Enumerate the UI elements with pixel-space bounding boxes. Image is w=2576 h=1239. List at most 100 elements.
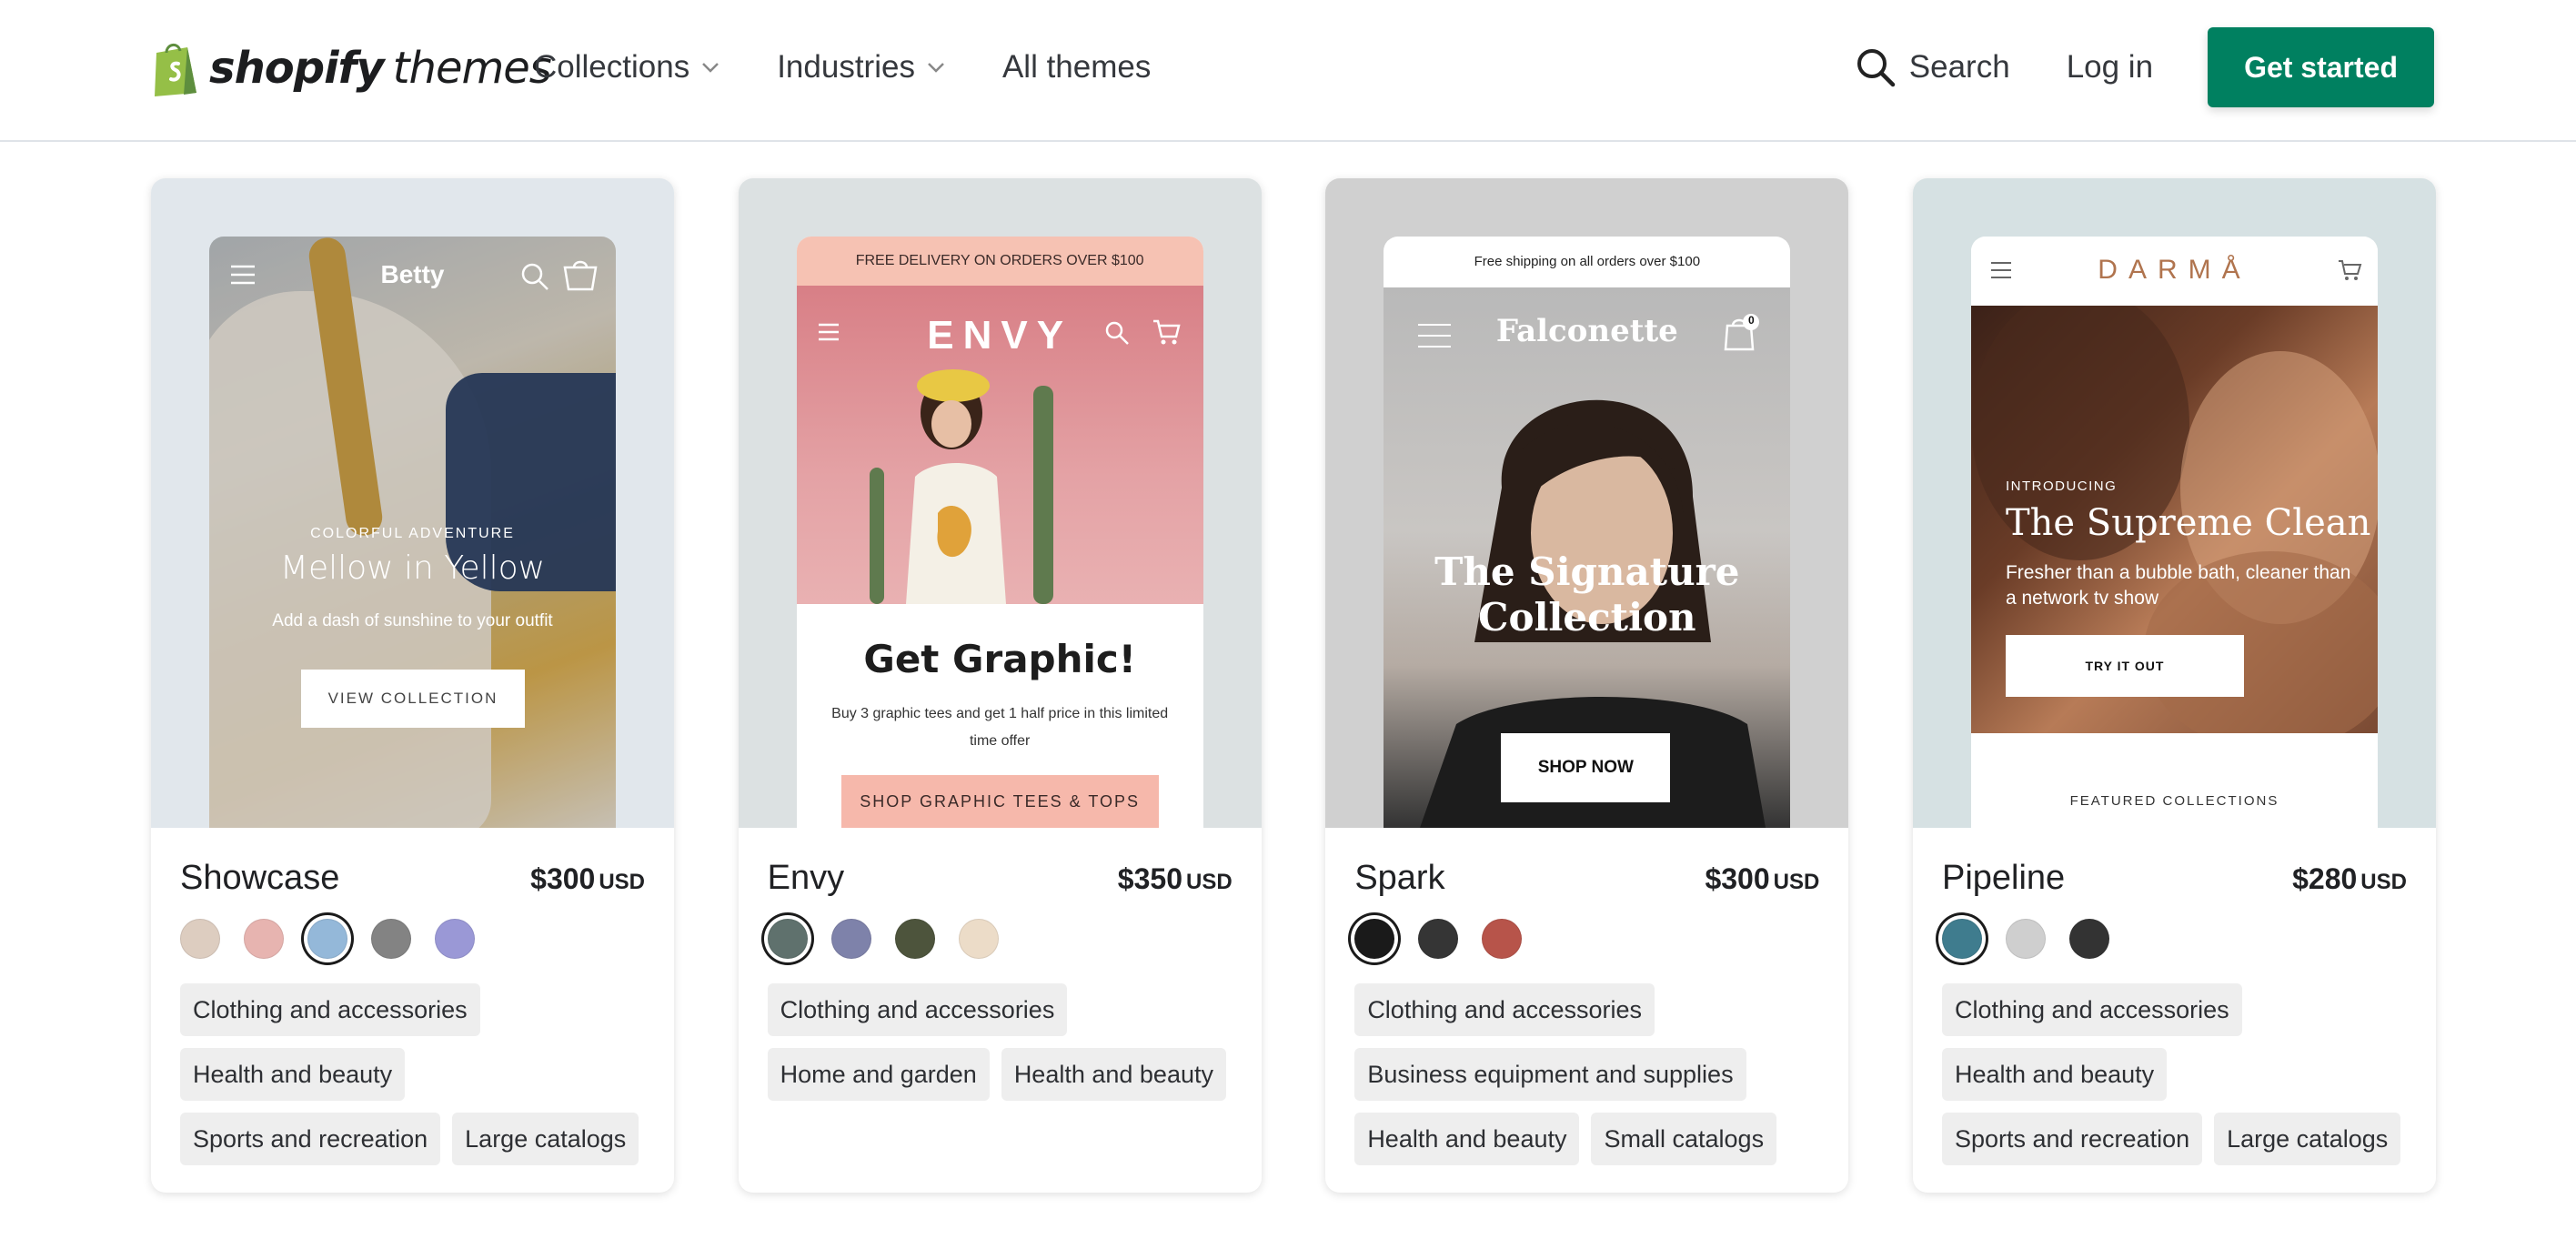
preview-button: SHOP NOW (1501, 733, 1671, 802)
industry-tag[interactable]: Large catalogs (452, 1113, 639, 1165)
price-currency: USD (599, 870, 645, 894)
shopify-bag-icon (155, 44, 196, 96)
price-currency: USD (1773, 870, 1820, 894)
cart-count: 0 (1747, 314, 1755, 327)
theme-preview[interactable]: DARMÅ INTRODUCING The Supreme Clean Fres… (1912, 178, 2436, 828)
preview-announcement: Free shipping on all orders over $100 (1384, 237, 1791, 287)
theme-preview[interactable]: Betty COLORFUL ADVENTURE Mellow in Yello… (151, 178, 674, 828)
theme-price: $300 USD (1705, 862, 1819, 896)
color-swatch[interactable] (958, 919, 999, 959)
color-swatch[interactable] (180, 919, 220, 959)
theme-name[interactable]: Spark (1354, 859, 1444, 898)
preview-hero: INTRODUCING The Supreme Clean Fresher th… (1970, 306, 2378, 733)
preview-subtext: Add a dash of sunshine to your outfit (272, 611, 553, 630)
search-icon (1105, 321, 1129, 345)
industry-tag[interactable]: Large catalogs (2214, 1113, 2401, 1165)
theme-card-pipeline[interactable]: DARMÅ INTRODUCING The Supreme Clean Fres… (1912, 178, 2436, 1193)
phone-mockup: Betty COLORFUL ADVENTURE Mellow in Yello… (209, 237, 616, 828)
industry-tag[interactable]: Clothing and accessories (180, 983, 480, 1036)
theme-grid: Betty COLORFUL ADVENTURE Mellow in Yello… (151, 178, 2436, 1193)
industry-tag[interactable]: Sports and recreation (1941, 1113, 2203, 1165)
phone-mockup: DARMÅ INTRODUCING The Supreme Clean Fres… (1970, 237, 2378, 828)
industry-tag[interactable]: Health and beauty (1941, 1048, 2168, 1101)
theme-info: Pipeline $280 USD Clothing and accessorie… (1913, 828, 2436, 1177)
logo-suffix: themes (392, 43, 552, 94)
industry-tags: Clothing and accessories Home and garden H… (767, 983, 1250, 1113)
preview-heading: The Signature Collection (1434, 549, 1740, 640)
preview-button: SHOP GRAPHIC TEES & TOPS (840, 775, 1159, 828)
preview-eyebrow: COLORFUL ADVENTURE (310, 526, 515, 541)
industry-tag[interactable]: Home and garden (767, 1048, 990, 1101)
login-link[interactable]: Log in (2067, 49, 2153, 86)
theme-card-spark[interactable]: Free shipping on all orders over $100 Fa… (1325, 178, 1849, 1193)
color-swatch[interactable] (2068, 919, 2109, 959)
color-swatch[interactable] (894, 919, 935, 959)
price-currency: USD (1185, 870, 1233, 894)
preview-subtext: Fresher than a bubble bath, cleaner than… (2005, 562, 2351, 609)
preview-brand: Betty (380, 260, 445, 288)
price-amount: $300 (530, 862, 596, 895)
preview-heading: Get Graphic! (863, 637, 1136, 681)
industry-tag[interactable]: Sports and recreation (180, 1113, 441, 1165)
preview-heading: The Supreme Clean (2005, 502, 2371, 544)
header-actions: Search Log in Get started (1855, 27, 2434, 107)
color-swatches (1941, 916, 2407, 962)
color-swatch[interactable] (1941, 919, 1982, 959)
theme-info: Showcase $300 USD Clothing and accessorie… (151, 828, 674, 1177)
industry-tag[interactable]: Health and beauty (1001, 1048, 1226, 1101)
color-swatch[interactable] (767, 919, 808, 959)
color-swatch[interactable] (1354, 919, 1395, 959)
preview-brand: ENVY (927, 313, 1073, 358)
preview-header: DARMÅ (1970, 237, 2378, 306)
theme-preview[interactable]: Free shipping on all orders over $100 Fa… (1325, 178, 1849, 828)
industry-tag[interactable]: Clothing and accessories (767, 983, 1068, 1036)
color-swatch[interactable] (830, 919, 871, 959)
nav-collections[interactable]: Collections (534, 49, 720, 86)
industry-tag[interactable]: Business equipment and supplies (1354, 1048, 1746, 1101)
color-swatch[interactable] (435, 919, 475, 959)
theme-name[interactable]: Envy (768, 859, 844, 898)
color-swatch[interactable] (371, 919, 411, 959)
nav-all-themes[interactable]: All themes (1002, 49, 1151, 86)
theme-preview[interactable]: FREE DELIVERY ON ORDERS OVER $100 ENVY G… (738, 178, 1262, 828)
price-amount: $300 (1705, 862, 1770, 895)
price-amount: $280 (2292, 862, 2358, 895)
nav-collections-label: Collections (534, 49, 690, 85)
industry-tags: Clothing and accessories Business equipme… (1354, 983, 1836, 1177)
color-swatches (1354, 916, 1819, 962)
industry-tag[interactable]: Small catalogs (1591, 1113, 1777, 1165)
color-swatch[interactable] (244, 919, 284, 959)
industry-tag[interactable]: Health and beauty (1354, 1113, 1580, 1165)
logo-wordmark: shopify themes (209, 43, 552, 94)
theme-card-showcase[interactable]: Betty COLORFUL ADVENTURE Mellow in Yello… (151, 178, 674, 1193)
color-swatch[interactable] (2005, 919, 2046, 959)
site-header: shopify themes Collections Industries Al… (0, 0, 2576, 142)
cart-icon (563, 260, 598, 291)
color-swatch[interactable] (1418, 919, 1459, 959)
preview-eyebrow: INTRODUCING (2005, 478, 2118, 494)
industry-tag[interactable]: Clothing and accessories (1354, 983, 1655, 1036)
get-started-button[interactable]: Get started (2208, 27, 2434, 107)
chevron-down-icon (928, 63, 944, 73)
theme-name[interactable]: Pipeline (1942, 859, 2065, 898)
hero-photo (869, 369, 1053, 604)
nav-industries-label: Industries (777, 49, 915, 85)
shopify-themes-logo[interactable]: shopify themes (151, 36, 552, 100)
industry-tag[interactable]: Clothing and accessories (1941, 983, 2242, 1036)
theme-info: Spark $300 USD Clothing and accessories Bu… (1325, 828, 1848, 1177)
chevron-down-icon (702, 63, 719, 73)
phone-mockup: FREE DELIVERY ON ORDERS OVER $100 ENVY G… (796, 237, 1203, 828)
nav-industries[interactable]: Industries (777, 49, 946, 86)
industry-tag[interactable]: Health and beauty (180, 1048, 406, 1101)
theme-card-envy[interactable]: FREE DELIVERY ON ORDERS OVER $100 ENVY G… (738, 178, 1262, 1193)
color-swatch[interactable] (307, 919, 347, 959)
theme-info: Envy $350 USD Clothing and accessories Hom… (739, 828, 1262, 1113)
theme-name[interactable]: Showcase (180, 859, 339, 898)
theme-price: $350 USD (1118, 862, 1233, 896)
preview-button: VIEW COLLECTION (301, 670, 525, 728)
color-swatch[interactable] (1482, 919, 1523, 959)
preview-subtext: Buy 3 graphic tees and get 1 half price … (831, 706, 1169, 749)
search-button[interactable]: Search (1855, 46, 2010, 88)
color-swatches (767, 916, 1233, 962)
preview-button: TRY IT OUT (2005, 635, 2244, 697)
